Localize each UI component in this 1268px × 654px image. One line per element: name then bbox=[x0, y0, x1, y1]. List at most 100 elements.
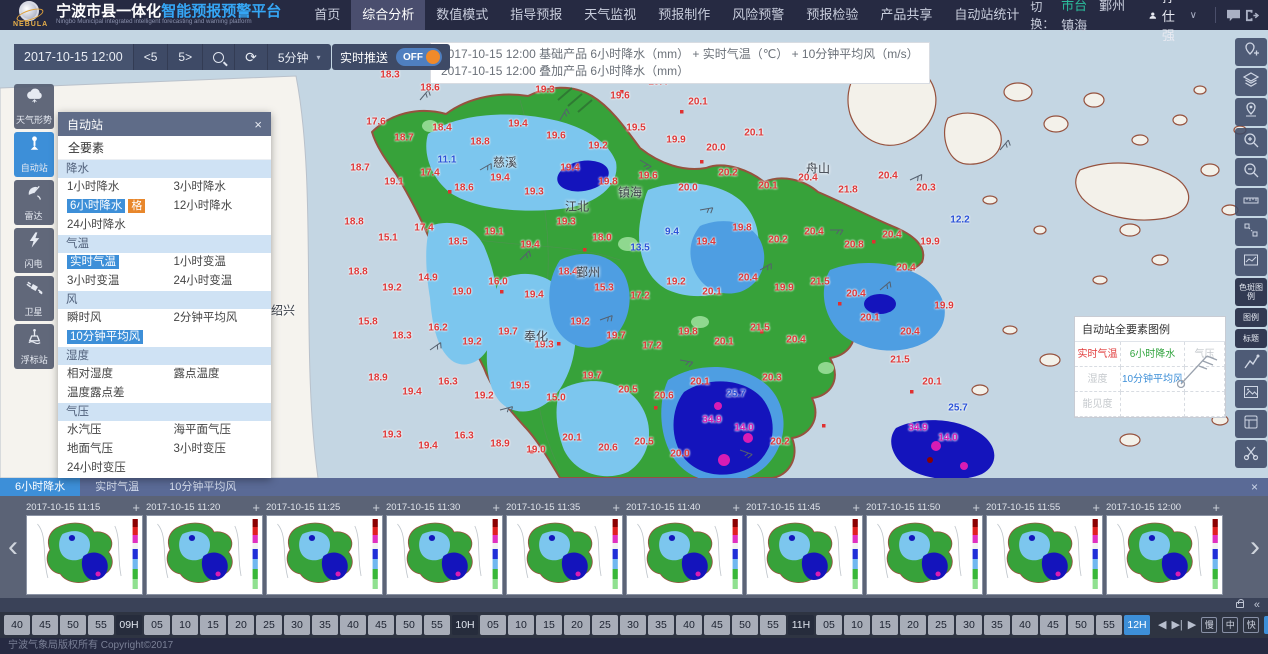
time-cell-15[interactable]: 15 bbox=[200, 615, 226, 635]
nav-item-指导预报[interactable]: 指导预报 bbox=[499, 0, 573, 30]
zoom-out-button[interactable] bbox=[1235, 158, 1267, 186]
strip-next-button[interactable]: › bbox=[1242, 502, 1268, 592]
time-cell-05[interactable]: 05 bbox=[144, 615, 170, 635]
all-elements-item[interactable]: 全要素 bbox=[58, 136, 271, 160]
time-cell-45[interactable]: 45 bbox=[32, 615, 58, 635]
add-frame-button[interactable]: + bbox=[612, 500, 620, 515]
nav-item-综合分析[interactable]: 综合分析 bbox=[351, 0, 425, 30]
panel-item-相对湿度[interactable]: 相对湿度 bbox=[58, 365, 165, 384]
time-cell-40[interactable]: 40 bbox=[1012, 615, 1038, 635]
time-cell-10[interactable]: 10 bbox=[508, 615, 534, 635]
add-frame-button[interactable]: + bbox=[252, 500, 260, 515]
time-cell-30[interactable]: 30 bbox=[956, 615, 982, 635]
frames-view-button[interactable] bbox=[1264, 616, 1268, 634]
time-cell-40[interactable]: 40 bbox=[676, 615, 702, 635]
forward-5-button[interactable]: 5> bbox=[168, 44, 203, 70]
panel-item-6小时降水[interactable]: 6小时降水格 bbox=[58, 197, 165, 216]
sidebar-item-闪电[interactable]: 闪电 bbox=[14, 228, 54, 273]
frame-thumbnail[interactable] bbox=[986, 515, 1103, 595]
scissors-button[interactable] bbox=[1235, 440, 1267, 468]
panel-item-3小时变温[interactable]: 3小时变温 bbox=[58, 272, 165, 291]
sidebar-item-浮标站[interactable]: 浮标站 bbox=[14, 324, 54, 369]
speed-medium-button[interactable]: 中 bbox=[1222, 617, 1238, 633]
ruler-button[interactable] bbox=[1235, 188, 1267, 216]
panel-item-12小时降水[interactable]: 12小时降水 bbox=[165, 197, 272, 216]
panel-item-3小时变压[interactable]: 3小时变压 bbox=[165, 440, 272, 459]
lock-icon[interactable] bbox=[1236, 602, 1244, 608]
time-cell-15[interactable]: 15 bbox=[536, 615, 562, 635]
toolbar-button-色斑图例[interactable]: 色斑图例 bbox=[1235, 278, 1267, 306]
nav-item-风险预警[interactable]: 风险预警 bbox=[721, 0, 795, 30]
map-chart-button[interactable] bbox=[1235, 248, 1267, 276]
time-cell-55[interactable]: 55 bbox=[88, 615, 114, 635]
panel-item-24小时变温[interactable]: 24小时变温 bbox=[165, 272, 272, 291]
logout-button[interactable] bbox=[1243, 0, 1262, 30]
time-cell-55[interactable]: 55 bbox=[1096, 615, 1122, 635]
speed-fast-button[interactable]: 快 bbox=[1243, 617, 1259, 633]
message-button[interactable] bbox=[1224, 0, 1243, 30]
tab-bar-close-icon[interactable]: × bbox=[1251, 480, 1258, 494]
nav-item-预报检验[interactable]: 预报检验 bbox=[795, 0, 869, 30]
frame-thumbnail[interactable] bbox=[746, 515, 863, 595]
time-cell-45[interactable]: 45 bbox=[368, 615, 394, 635]
time-cell-15[interactable]: 15 bbox=[872, 615, 898, 635]
time-cell-25[interactable]: 25 bbox=[256, 615, 282, 635]
time-cell-30[interactable]: 30 bbox=[284, 615, 310, 635]
time-cell-45[interactable]: 45 bbox=[704, 615, 730, 635]
frame-thumbnail[interactable] bbox=[386, 515, 503, 595]
user-menu[interactable]: 孙仕强 ∨ bbox=[1149, 0, 1197, 44]
panel-item-24小时变压[interactable]: 24小时变压 bbox=[58, 459, 165, 478]
time-cell-45[interactable]: 45 bbox=[1040, 615, 1066, 635]
add-frame-button[interactable]: + bbox=[1212, 500, 1220, 515]
panel-item-瞬时风[interactable]: 瞬时风 bbox=[58, 309, 165, 328]
step-forward-button[interactable]: ▶| bbox=[1171, 615, 1182, 635]
time-cell-50[interactable]: 50 bbox=[1068, 615, 1094, 635]
add-frame-button[interactable]: + bbox=[852, 500, 860, 515]
panel-item-3小时降水[interactable]: 3小时降水 bbox=[165, 178, 272, 197]
toolbar-button-标题[interactable]: 标题 bbox=[1235, 329, 1267, 348]
image-button[interactable] bbox=[1235, 380, 1267, 408]
interval-dropdown[interactable]: 5分钟▾ bbox=[268, 44, 331, 70]
panel-item-2分钟平均风[interactable]: 2分钟平均风 bbox=[165, 309, 272, 328]
time-cell-50[interactable]: 50 bbox=[60, 615, 86, 635]
refresh-button[interactable]: ⟳ bbox=[235, 44, 268, 70]
nav-item-预报制作[interactable]: 预报制作 bbox=[647, 0, 721, 30]
add-frame-button[interactable]: + bbox=[132, 500, 140, 515]
time-cell-50[interactable]: 50 bbox=[732, 615, 758, 635]
frame-thumbnail[interactable] bbox=[1106, 515, 1223, 595]
panel-item-实时气温[interactable]: 实时气温 bbox=[58, 253, 165, 272]
nav-item-天气监视[interactable]: 天气监视 bbox=[573, 0, 647, 30]
time-cell-40[interactable]: 40 bbox=[340, 615, 366, 635]
frame-thumbnail[interactable] bbox=[26, 515, 143, 595]
panel-item-温度露点差[interactable]: 温度露点差 bbox=[58, 384, 165, 403]
switch-station-市台[interactable]: 市台 bbox=[1061, 0, 1087, 13]
panel-item-海平面气压[interactable]: 海平面气压 bbox=[165, 421, 272, 440]
frame-thumbnail[interactable] bbox=[506, 515, 623, 595]
time-cell-10H[interactable]: 10H bbox=[452, 615, 478, 635]
pin-plus-button[interactable] bbox=[1235, 38, 1267, 66]
collapse-button[interactable]: « bbox=[1254, 599, 1260, 611]
time-cell-12H[interactable]: 12H bbox=[1124, 615, 1150, 635]
nav-item-产品共享[interactable]: 产品共享 bbox=[869, 0, 943, 30]
time-cell-35[interactable]: 35 bbox=[984, 615, 1010, 635]
time-cell-55[interactable]: 55 bbox=[424, 615, 450, 635]
add-frame-button[interactable]: + bbox=[372, 500, 380, 515]
time-cell-11H[interactable]: 11H bbox=[788, 615, 814, 635]
back-5-button[interactable]: <5 bbox=[134, 44, 169, 70]
grid-badge[interactable]: 格 bbox=[128, 199, 145, 213]
nav-item-首页[interactable]: 首页 bbox=[303, 0, 351, 30]
time-cell-05[interactable]: 05 bbox=[480, 615, 506, 635]
time-cell-30[interactable]: 30 bbox=[620, 615, 646, 635]
atlas-button[interactable] bbox=[1235, 410, 1267, 438]
add-frame-button[interactable]: + bbox=[732, 500, 740, 515]
panel-item-露点温度[interactable]: 露点温度 bbox=[165, 365, 272, 384]
time-cell-40[interactable]: 40 bbox=[4, 615, 30, 635]
add-frame-button[interactable]: + bbox=[492, 500, 500, 515]
time-cell-25[interactable]: 25 bbox=[928, 615, 954, 635]
time-cell-50[interactable]: 50 bbox=[396, 615, 422, 635]
step-back-button[interactable]: ◀ bbox=[1158, 615, 1166, 635]
panel-header[interactable]: 自动站 × bbox=[58, 112, 271, 136]
time-cell-10[interactable]: 10 bbox=[844, 615, 870, 635]
switch-station-镇海[interactable]: 镇海 bbox=[1061, 18, 1087, 33]
panel-item-水汽压[interactable]: 水汽压 bbox=[58, 421, 165, 440]
